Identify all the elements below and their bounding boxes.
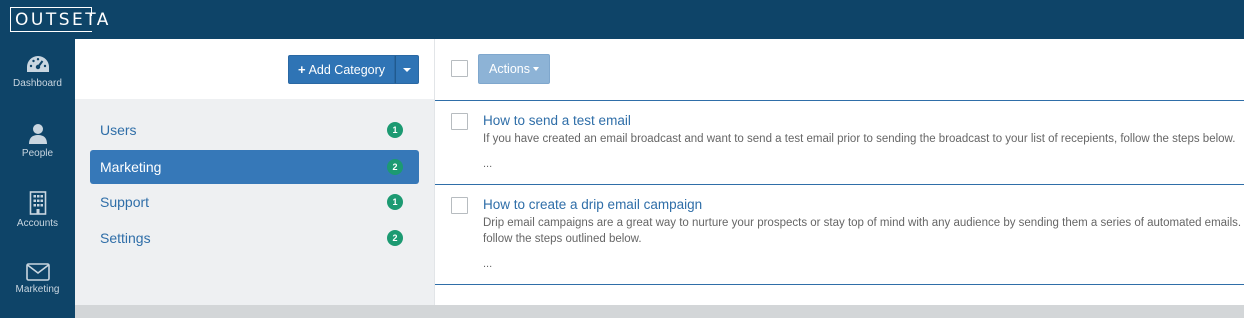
- add-category-button[interactable]: + Add Category: [288, 55, 395, 84]
- envelope-icon: [25, 263, 50, 281]
- footer-strip: [75, 305, 1244, 318]
- main-sidebar: Dashboard People Accounts Marketing: [0, 39, 75, 318]
- divider: [435, 184, 1244, 185]
- category-item-support[interactable]: Support 1: [90, 185, 419, 219]
- sidebar-item-marketing[interactable]: Marketing: [0, 263, 75, 318]
- sidebar-item-label: Accounts: [16, 218, 59, 229]
- article-checkbox[interactable]: [451, 197, 468, 214]
- outseta-logo[interactable]: OUTSETA: [10, 7, 111, 32]
- article-title-link[interactable]: How to create a drip email campaign: [483, 197, 702, 212]
- category-item-marketing[interactable]: Marketing 2: [90, 150, 419, 184]
- sidebar-item-dashboard[interactable]: Dashboard: [0, 55, 75, 123]
- chevron-down-icon: [533, 67, 539, 71]
- category-count-badge: 2: [387, 159, 403, 175]
- category-count-badge: 2: [387, 230, 403, 246]
- category-label: Settings: [100, 230, 151, 246]
- category-label: Marketing: [100, 159, 162, 175]
- article-description: follow the steps outlined below.: [483, 233, 642, 245]
- person-icon: [28, 124, 47, 144]
- sidebar-item-accounts[interactable]: Accounts: [0, 191, 75, 259]
- category-label: Support: [100, 194, 150, 210]
- article-description: Drip email campaigns are a great way to …: [483, 217, 1242, 229]
- actions-label: Actions: [489, 62, 530, 76]
- divider: [435, 100, 1244, 101]
- plus-icon: +: [297, 62, 306, 77]
- sidebar-item-label: Marketing: [15, 284, 60, 295]
- building-icon: [29, 191, 46, 215]
- category-count-badge: 1: [387, 122, 403, 138]
- article-ellipsis: ...: [483, 258, 493, 270]
- category-panel: + Add Category Users 1 Marketing 2 Suppo…: [75, 39, 434, 318]
- category-count-badge: 1: [387, 194, 403, 210]
- dashboard-icon: [26, 56, 49, 72]
- article-checkbox[interactable]: [451, 113, 468, 130]
- actions-dropdown-button[interactable]: Actions: [478, 54, 550, 84]
- chevron-down-icon: [403, 67, 411, 72]
- top-bar: OUTSETA: [0, 0, 1244, 39]
- add-category-label: Add Category: [308, 62, 386, 77]
- category-item-settings[interactable]: Settings 2: [90, 221, 419, 255]
- category-label: Users: [100, 122, 137, 138]
- article-description: If you have created an email broadcast a…: [483, 133, 1236, 145]
- sidebar-item-label: Dashboard: [13, 78, 62, 89]
- add-category-dropdown-toggle[interactable]: [395, 55, 419, 84]
- sidebar-item-people[interactable]: People: [0, 123, 75, 191]
- logo-text: OUTSETA: [15, 9, 111, 30]
- sidebar-item-label: People: [21, 148, 54, 159]
- article-ellipsis: ...: [483, 158, 493, 170]
- select-all-checkbox[interactable]: [451, 60, 468, 77]
- article-title-link[interactable]: How to send a test email: [483, 113, 631, 128]
- article-list: Actions How to send a test email If you …: [434, 39, 1244, 305]
- category-panel-header: + Add Category: [75, 39, 434, 99]
- divider: [435, 284, 1244, 285]
- category-item-users[interactable]: Users 1: [90, 113, 419, 147]
